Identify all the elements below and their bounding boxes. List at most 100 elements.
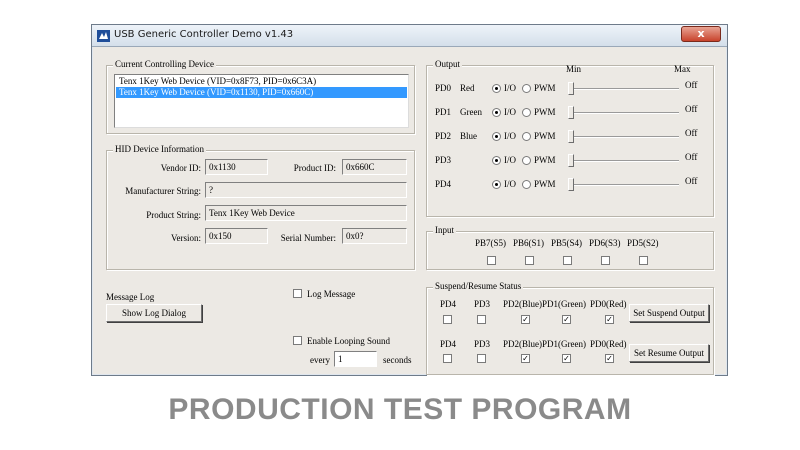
input-channel-label: PB6(S1) [513,238,545,248]
io-label: I/O [504,107,516,117]
show-log-dialog-button[interactable]: Show Log Dialog [106,304,202,322]
version-label: Version: [171,233,201,243]
set-suspend-output-button[interactable]: Set Suspend Output [629,304,709,322]
suspend-status-checkbox[interactable]: ✓ [521,315,530,324]
interval-input[interactable] [334,351,377,367]
output-color-label: Green [460,107,482,117]
output-pin-label: PD1 [435,107,452,117]
output-state-label: Off [685,152,698,162]
resume-status-checkbox[interactable]: ✓ [562,354,571,363]
io-radio[interactable] [492,132,501,141]
set-resume-output-button[interactable]: Set Resume Output [629,344,709,362]
pwm-slider-thumb[interactable] [568,106,574,119]
app-icon [97,30,110,42]
output-state-label: Off [685,80,698,90]
log-message-label: Log Message [307,289,356,299]
resume-status-checkbox[interactable] [443,354,452,363]
pwm-radio[interactable] [522,180,531,189]
device-list-item[interactable]: Tenx 1Key Web Device (VID=0x8F73, PID=0x… [116,76,407,87]
io-radio[interactable] [492,156,501,165]
pwm-slider-track [571,184,679,186]
input-channel-checkbox[interactable] [601,256,610,265]
suspend-status-checkbox[interactable] [477,315,486,324]
input-channel-checkbox[interactable] [639,256,648,265]
version-field[interactable]: 0x150 [205,228,268,244]
product-string-field[interactable]: Tenx 1Key Web Device [205,205,407,221]
pwm-radio[interactable] [522,108,531,117]
output-group: Output Min Max PD0 Red I/O PWM Off PD1 Green I/… [426,59,714,217]
io-radio[interactable] [492,180,501,189]
enable-looping-checkbox[interactable] [293,336,302,345]
input-group: Input PB7(S5) PB6(S1) PB5(S4) PD6(S3) PD5(S2… [426,225,714,270]
resume-status-label: PD2(Blue) [503,339,542,349]
io-radio[interactable] [492,84,501,93]
input-channel-label: PB5(S4) [551,238,583,248]
suspend-status-label: PD2(Blue) [503,299,542,309]
resume-status-checkbox[interactable]: ✓ [521,354,530,363]
input-channel-checkbox[interactable] [487,256,496,265]
pwm-slider-thumb[interactable] [568,82,574,95]
resume-status-label: PD3 [474,339,491,349]
close-button[interactable]: x [681,26,721,42]
seconds-label: seconds [383,355,412,365]
current-device-legend: Current Controlling Device [113,59,216,69]
pwm-radio[interactable] [522,84,531,93]
resume-status-checkbox[interactable]: ✓ [605,354,614,363]
enable-looping-label: Enable Looping Sound [307,336,390,346]
pwm-label: PWM [534,179,556,189]
suspend-status-checkbox[interactable] [443,315,452,324]
output-pin-label: PD4 [435,179,452,189]
suspend-status-checkbox[interactable]: ✓ [562,315,571,324]
message-log-label: Message Log [106,292,155,302]
pwm-slider-track [571,136,679,138]
manufacturer-field[interactable]: ? [205,182,407,198]
product-id-field[interactable]: 0x660C [342,159,407,175]
suspend-status-checkbox[interactable]: ✓ [605,315,614,324]
resume-status-label: PD1(Green) [542,339,586,349]
suspend-status-label: PD1(Green) [542,299,586,309]
close-icon: x [697,27,705,40]
output-row-pd2: PD2 Blue I/O PWM Off [427,128,713,149]
io-radio[interactable] [492,108,501,117]
vendor-id-label: Vendor ID: [160,163,201,173]
app-window: USB Generic Controller Demo v1.43 x Curr… [91,24,728,376]
input-channel-checkbox[interactable] [563,256,572,265]
output-row-pd4: PD4 I/O PWM Off [427,176,713,197]
resume-status-checkbox[interactable] [477,354,486,363]
pwm-radio[interactable] [522,156,531,165]
io-label: I/O [504,131,516,141]
output-pin-label: PD2 [435,131,452,141]
output-color-label: Blue [460,131,477,141]
vendor-id-field[interactable]: 0x1130 [205,159,268,175]
pwm-label: PWM [534,131,556,141]
pwm-radio[interactable] [522,132,531,141]
input-channel-label: PD5(S2) [627,238,659,248]
output-legend: Output [433,59,463,69]
device-list-item[interactable]: Tenx 1Key Web Device (VID=0x1130, PID=0x… [116,87,407,98]
hid-info-legend: HID Device Information [113,144,206,154]
device-listbox[interactable]: Tenx 1Key Web Device (VID=0x8F73, PID=0x… [114,74,409,128]
pwm-label: PWM [534,155,556,165]
log-message-checkbox[interactable] [293,289,302,298]
pwm-slider-thumb[interactable] [568,130,574,143]
title-bar[interactable]: USB Generic Controller Demo v1.43 x [92,25,727,47]
io-label: I/O [504,155,516,165]
input-legend: Input [433,225,456,235]
serial-number-label: Serial Number: [280,233,336,243]
product-string-label: Product String: [146,210,201,220]
pwm-slider-thumb[interactable] [568,154,574,167]
output-state-label: Off [685,176,698,186]
suspend-status-label: PD3 [474,299,491,309]
suspend-resume-group: Suspend/Resume Status PD4 PD3 PD2(Blue) ✓ PD… [426,281,714,375]
pwm-label: PWM [534,107,556,117]
suspend-status-label: PD0(Red) [590,299,627,309]
pwm-slider-thumb[interactable] [568,178,574,191]
output-state-label: Off [685,128,698,138]
serial-number-field[interactable]: 0x0? [342,228,407,244]
resume-status-label: PD4 [440,339,457,349]
pwm-slider-track [571,88,679,90]
min-label: Min [566,64,582,74]
manufacturer-label: Manufacturer String: [125,186,201,196]
input-channel-checkbox[interactable] [525,256,534,265]
resume-status-label: PD0(Red) [590,339,627,349]
